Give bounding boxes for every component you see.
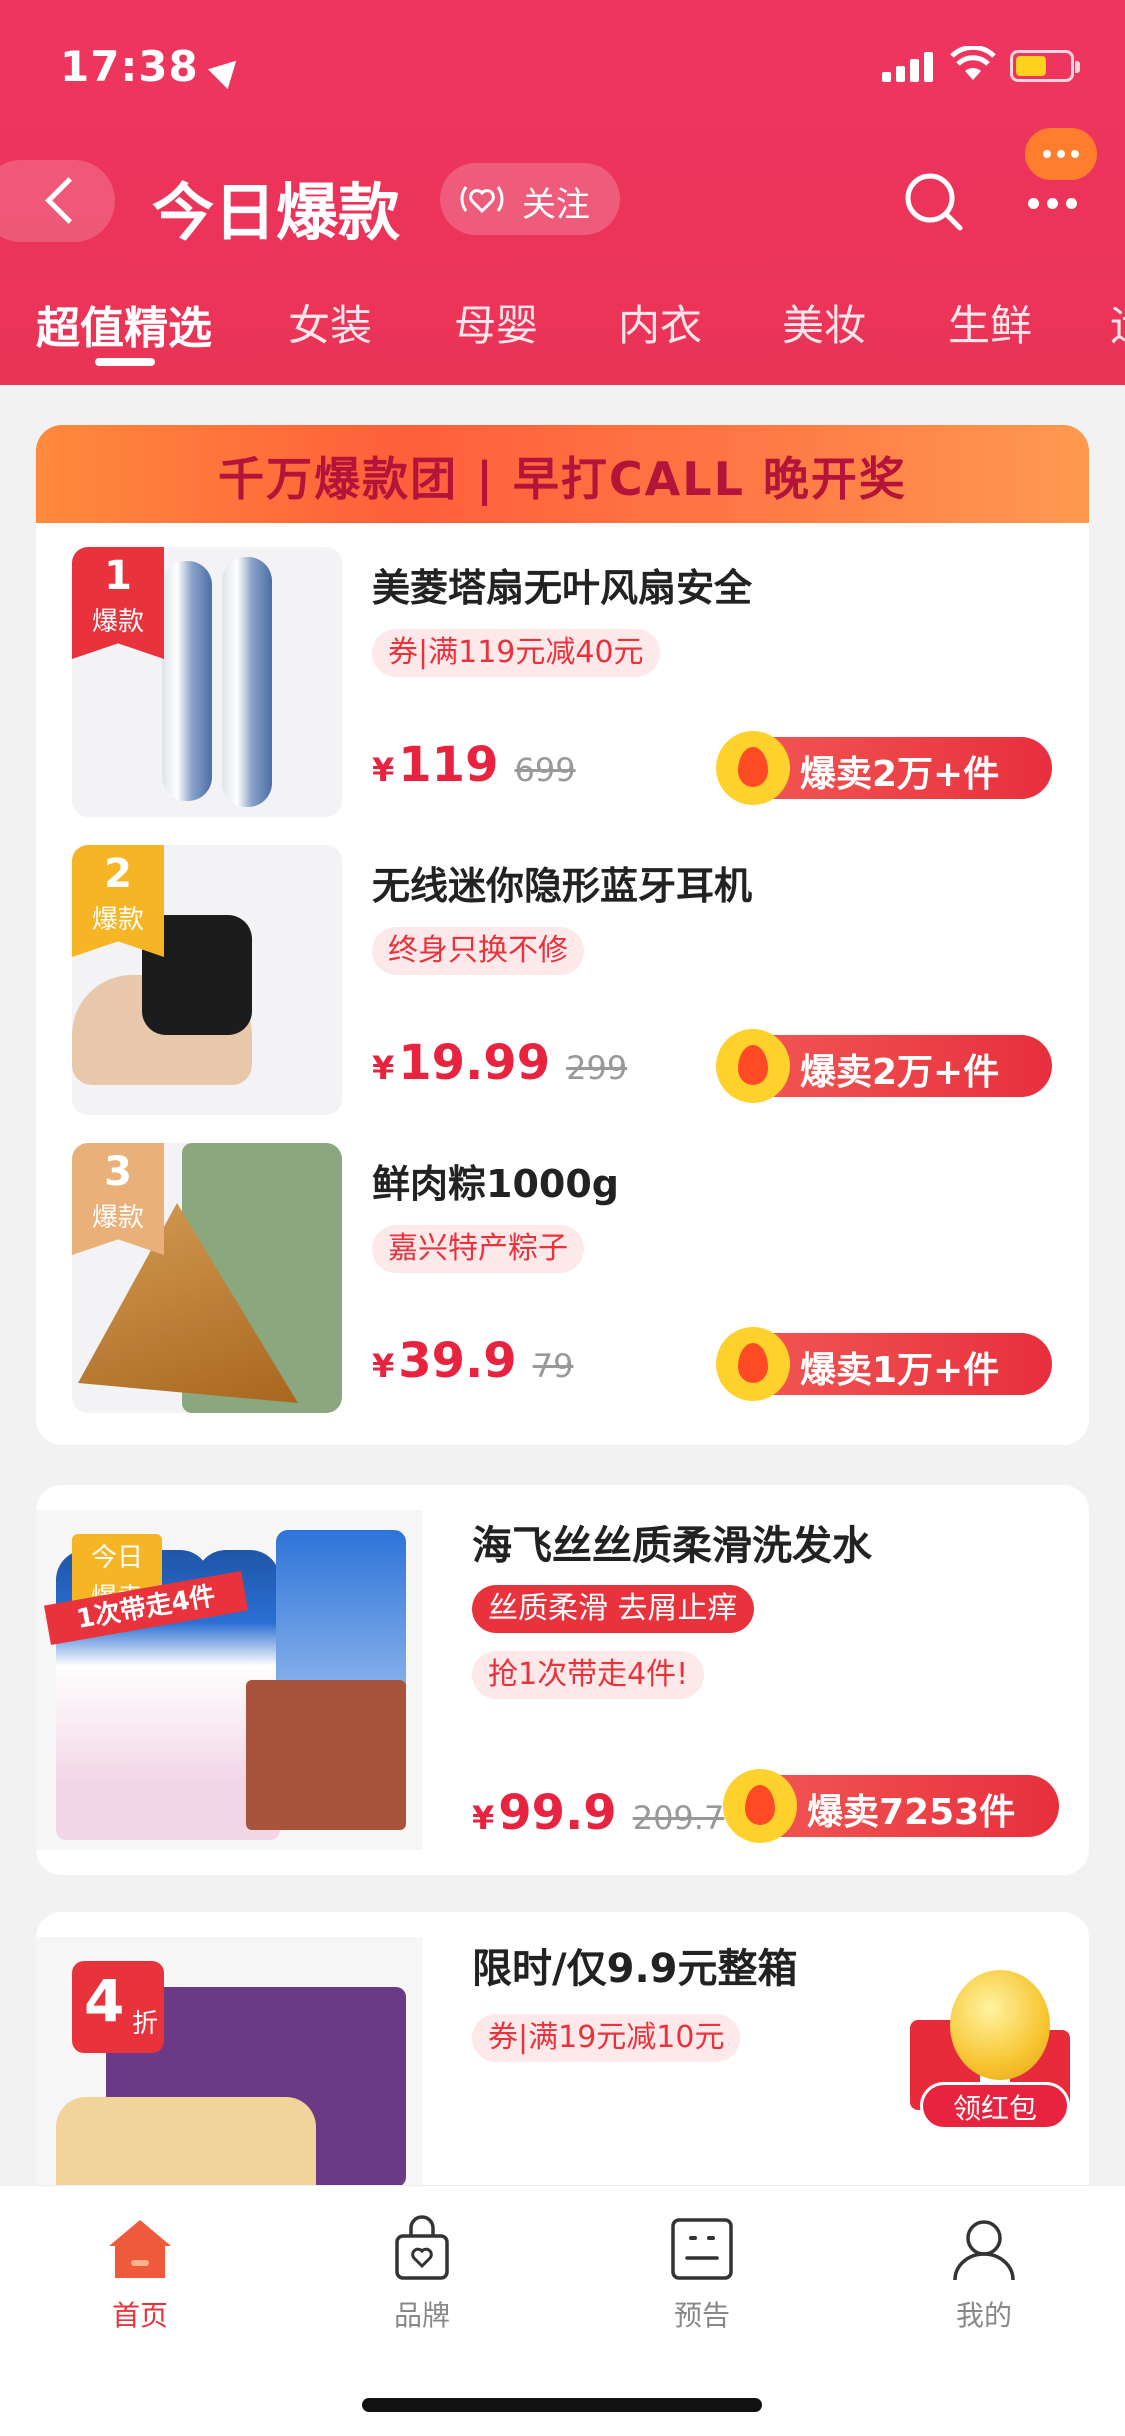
origin-tag: 嘉兴特产粽子: [372, 1225, 584, 1273]
follow-button[interactable]: 关注: [440, 163, 620, 235]
product-item[interactable]: 3 爆款 鲜肉粽1000g 嘉兴特产粽子 ¥39.9 79 爆卖1万+件: [72, 1143, 1052, 1413]
red-packet-float[interactable]: 领红包: [900, 1970, 1080, 2140]
tab-profile[interactable]: 我的: [904, 2214, 1064, 2334]
message-bubble-icon[interactable]: [1025, 128, 1097, 180]
original-price: 79: [532, 1347, 574, 1385]
fire-icon: [716, 1029, 790, 1103]
tab-home[interactable]: 首页: [60, 2214, 220, 2334]
fire-icon: [723, 1769, 797, 1843]
product-title: 美菱塔扇无叶风扇安全: [372, 566, 753, 610]
claim-red-packet-button[interactable]: 领红包: [920, 2082, 1070, 2130]
coupon-tag: 券|满19元减10元: [472, 2014, 741, 2062]
rank-badge: 3 爆款: [72, 1143, 164, 1255]
banner-text: 千万爆款团 | 早打CALL 晚开奖: [218, 452, 907, 506]
price: ¥19.99 299: [372, 1035, 628, 1091]
heart-signal-icon: [460, 186, 504, 214]
tab-indicator: [95, 358, 155, 366]
hot-sales-button[interactable]: 爆卖7253件: [723, 1769, 1059, 1843]
tab-label: 我的: [955, 2299, 1012, 2332]
original-price: 299: [566, 1049, 628, 1087]
product-image: 今日爆卖 1次带走4件: [36, 1510, 422, 1850]
hot-sales-button[interactable]: 爆卖2万+件: [716, 1029, 1052, 1103]
status-time: 17:38: [60, 42, 246, 91]
home-icon: [109, 2220, 171, 2278]
tab-preview[interactable]: 预告: [622, 2214, 782, 2334]
ranking-card: 千万爆款团 | 早打CALL 晚开奖 1 爆款 美菱塔扇无叶风扇安全 券|满119…: [36, 425, 1089, 1445]
tab-fresh-food[interactable]: 生鲜: [948, 292, 1032, 353]
price: ¥39.9 79: [372, 1333, 574, 1389]
nav-bar: 今日爆款 关注: [0, 150, 1125, 250]
fire-icon: [716, 731, 790, 805]
tab-label: 品牌: [393, 2299, 450, 2332]
status-bar: 17:38: [0, 0, 1125, 140]
wifi-icon: [950, 46, 996, 80]
gold-coin-icon: [950, 1970, 1050, 2080]
product-card-shampoo[interactable]: 今日爆卖 1次带走4件 海飞丝丝质柔滑洗发水 丝质柔滑 去屑止痒 抢1次带走4件…: [36, 1485, 1089, 1875]
battery-icon: [1010, 50, 1080, 82]
product-image: 3 爆款: [72, 1143, 342, 1413]
hot-sales-button[interactable]: 爆卖2万+件: [716, 731, 1052, 805]
cellular-signal-icon: [882, 50, 934, 82]
notice-board-icon: [671, 2218, 733, 2280]
service-tag: 终身只换不修: [372, 927, 584, 975]
location-arrow-icon: [207, 50, 246, 89]
product-title: 鲜肉粽1000g: [372, 1162, 619, 1206]
back-button[interactable]: [0, 160, 115, 242]
more-menu-icon[interactable]: [1020, 178, 1086, 228]
rank-badge: 1 爆款: [72, 547, 164, 659]
feature-tag: 丝质柔滑 去屑止痒: [472, 1585, 754, 1633]
tab-super-value[interactable]: 超值精选: [36, 292, 212, 356]
rank-badge: 2 爆款: [72, 845, 164, 957]
discount-badge: 4折: [72, 1961, 164, 2053]
product-image: 1 爆款: [72, 547, 342, 817]
shopping-bag-icon: [395, 2215, 449, 2280]
page-title: 今日爆款: [152, 176, 401, 249]
user-icon: [953, 2220, 1015, 2281]
tab-more[interactable]: 运: [1110, 292, 1125, 353]
category-tabs: 超值精选 女装 母婴 内衣 美妆 生鲜 运: [0, 280, 1125, 370]
original-price: 209.7: [632, 1799, 725, 1837]
product-item[interactable]: 2 爆款 无线迷你隐形蓝牙耳机 终身只换不修 ¥19.99 299 爆卖2万+件: [72, 845, 1052, 1115]
header: 17:38 今日爆款 关注 超值精选 女装 母婴 内衣 美妆 生鲜: [0, 0, 1125, 385]
follow-label: 关注: [522, 185, 590, 225]
tab-maternal-baby[interactable]: 母婴: [454, 292, 538, 353]
promo-tag: 抢1次带走4件!: [472, 1651, 705, 1699]
product-title: 海飞丝丝质柔滑洗发水: [472, 1523, 872, 1569]
tab-brand[interactable]: 品牌: [342, 2214, 502, 2334]
original-price: 699: [514, 751, 576, 789]
ranking-banner[interactable]: 千万爆款团 | 早打CALL 晚开奖: [36, 425, 1089, 523]
fire-icon: [716, 1327, 790, 1401]
tab-label: 首页: [111, 2299, 168, 2332]
product-title: 限时/仅9.9元整箱: [472, 1946, 798, 1992]
hot-sales-button[interactable]: 爆卖1万+件: [716, 1327, 1052, 1401]
tab-underwear[interactable]: 内衣: [618, 292, 702, 353]
product-item[interactable]: 1 爆款 美菱塔扇无叶风扇安全 券|满119元减40元 ¥119 699 爆卖2万+…: [72, 547, 1052, 817]
price: ¥99.9 209.7: [472, 1785, 725, 1841]
product-image: 4折: [36, 1937, 422, 2185]
price: ¥119 699: [372, 737, 576, 793]
product-title: 无线迷你隐形蓝牙耳机: [372, 864, 753, 908]
coupon-tag: 券|满119元减40元: [372, 629, 660, 677]
home-indicator: [362, 2398, 762, 2412]
tab-label: 预告: [673, 2299, 730, 2332]
product-image: 2 爆款: [72, 845, 342, 1115]
tab-womens-wear[interactable]: 女装: [288, 292, 372, 353]
search-icon[interactable]: [900, 168, 966, 234]
tab-beauty[interactable]: 美妆: [782, 292, 866, 353]
